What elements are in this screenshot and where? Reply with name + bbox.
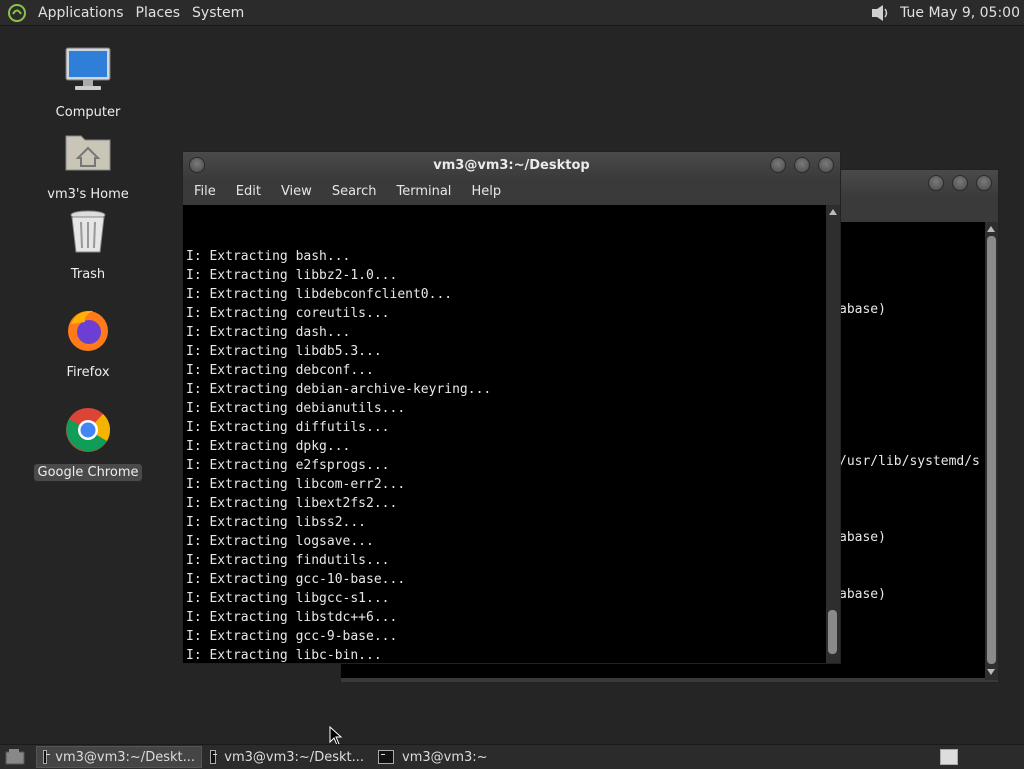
scrollbar-thumb[interactable]: [987, 236, 996, 664]
desktop-icon-label: Computer: [55, 105, 121, 120]
terminal-line: I: Extracting logsave...: [186, 534, 374, 549]
terminal-line: I: Extracting libbz2-1.0...: [186, 268, 398, 283]
computer-icon: [65, 47, 111, 90]
terminal-line: I: Extracting libdebconfclient0...: [186, 287, 453, 302]
terminal-line: abase): [839, 587, 886, 602]
desktop-icon-chrome[interactable]: Google Chrome: [33, 406, 143, 481]
front-terminal-output[interactable]: I: Extracting bash... I: Extracting libbz…: [183, 205, 826, 663]
menu-file[interactable]: File: [183, 184, 226, 199]
desktop-icon-home[interactable]: vm3's Home: [33, 128, 143, 203]
close-button[interactable]: [976, 175, 992, 191]
scrollbar-thumb[interactable]: [828, 610, 837, 654]
desktop-icon-trash[interactable]: Trash: [33, 208, 143, 283]
top-panel: Applications Places System Tue May 9, 05…: [0, 0, 1024, 26]
mate-logo-icon[interactable]: [8, 3, 26, 22]
terminal-line: I: Extracting debconf...: [186, 363, 374, 378]
front-window-titlebar[interactable]: vm3@vm3:~/Desktop: [183, 152, 840, 178]
terminal-icon: [43, 750, 51, 764]
desktop-icon-label: Google Chrome: [33, 464, 143, 481]
terminal-line: I: Extracting gcc-10-base...: [186, 572, 406, 587]
menu-help[interactable]: Help: [461, 184, 511, 199]
terminal-line: I: Extracting libdb5.3...: [186, 344, 382, 359]
terminal-line: I: Extracting libstdc++6...: [186, 610, 398, 625]
terminal-line: I: Extracting libss2...: [186, 515, 367, 530]
terminal-line: I: Extracting findutils...: [186, 553, 390, 568]
terminal-line: I: Extracting libgcc-s1...: [186, 591, 390, 606]
terminal-line: I: Extracting coreutils...: [186, 306, 390, 321]
bottom-panel: vm3@vm3:~/Deskt... vm3@vm3:~/Deskt... vm…: [0, 744, 1024, 769]
front-scrollbar[interactable]: [826, 205, 840, 663]
terminal-line: abase): [839, 530, 886, 545]
home-folder-icon: [65, 135, 111, 171]
terminal-line: I: Extracting bash...: [186, 249, 351, 264]
speaker-icon[interactable]: [870, 3, 892, 23]
system-menu[interactable]: System: [186, 0, 250, 25]
scroll-up-icon[interactable]: [829, 209, 837, 215]
terminal-menubar: File Edit View Search Terminal Help: [183, 178, 840, 204]
terminal-icon: [210, 750, 218, 764]
taskbar-item-1[interactable]: vm3@vm3:~/Deskt...: [36, 746, 202, 768]
scroll-down-icon[interactable]: [987, 669, 995, 675]
desktop-icon-computer[interactable]: Computer: [33, 46, 143, 121]
menu-search[interactable]: Search: [322, 184, 387, 199]
terminal-icon: [378, 750, 394, 764]
menu-terminal[interactable]: Terminal: [386, 184, 461, 199]
chrome-icon: [66, 408, 110, 452]
scroll-up-icon[interactable]: [987, 226, 995, 232]
mouse-pointer-icon: [329, 726, 343, 746]
show-desktop-icon[interactable]: [4, 747, 28, 767]
clock[interactable]: Tue May 9, 05:00: [900, 5, 1020, 21]
terminal-line: I: Extracting diffutils...: [186, 420, 390, 435]
maximize-button[interactable]: [952, 175, 968, 191]
terminal-line: I: Extracting e2fsprogs...: [186, 458, 390, 473]
terminal-line: I: Extracting dpkg...: [186, 439, 351, 454]
maximize-button[interactable]: [794, 157, 810, 173]
window-title: vm3@vm3:~/Desktop: [433, 157, 590, 173]
menu-edit[interactable]: Edit: [226, 184, 271, 199]
workspace-switcher[interactable]: [940, 749, 958, 765]
terminal-line: I: Extracting libc-bin...: [186, 648, 382, 663]
desktop-icon-firefox[interactable]: Firefox: [33, 306, 143, 381]
terminal-line: I: Extracting libext2fs2...: [186, 496, 398, 511]
taskbar-label: vm3@vm3:~/Deskt...: [55, 749, 195, 765]
window-menu-button[interactable]: [189, 157, 205, 173]
minimize-button[interactable]: [770, 157, 786, 173]
applications-menu[interactable]: Applications: [32, 0, 130, 25]
terminal-line: /usr/lib/systemd/s: [839, 454, 980, 469]
taskbar-label: vm3@vm3:~: [402, 749, 488, 765]
minimize-button[interactable]: [928, 175, 944, 191]
terminal-line: I: Extracting dash...: [186, 325, 351, 340]
front-terminal-window[interactable]: vm3@vm3:~/Desktop File Edit View Search …: [182, 151, 841, 664]
taskbar-item-2[interactable]: vm3@vm3:~/Deskt...: [204, 746, 370, 768]
desktop-icon-label: Trash: [70, 267, 106, 282]
terminal-line: I: Extracting libcom-err2...: [186, 477, 406, 492]
taskbar-label: vm3@vm3:~/Deskt...: [224, 749, 364, 765]
places-menu[interactable]: Places: [130, 0, 187, 25]
close-button[interactable]: [818, 157, 834, 173]
desktop-icon-label: vm3's Home: [47, 187, 129, 202]
terminal-line: I: Extracting gcc-9-base...: [186, 629, 398, 644]
firefox-icon: [68, 310, 108, 351]
terminal-line: abase): [839, 302, 886, 317]
desktop-icon-label: Firefox: [66, 365, 110, 380]
terminal-line: I: Extracting debianutils...: [186, 401, 406, 416]
menu-view[interactable]: View: [271, 184, 322, 199]
taskbar-item-3[interactable]: vm3@vm3:~: [372, 746, 538, 768]
terminal-line: I: Extracting debian-archive-keyring...: [186, 382, 492, 397]
trash-icon: [70, 210, 106, 253]
back-scrollbar[interactable]: [985, 222, 998, 680]
